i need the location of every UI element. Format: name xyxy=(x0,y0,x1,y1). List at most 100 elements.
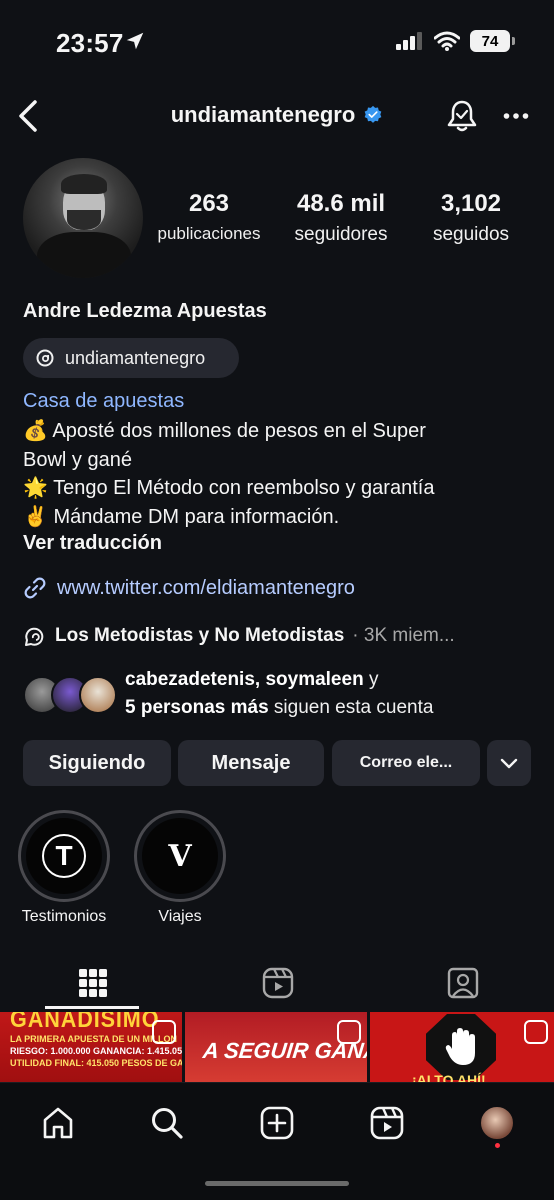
status-bar: 23:57 74 xyxy=(0,0,554,88)
profile-full-name: Andre Ledezma Apuestas xyxy=(23,300,267,322)
post-caption-line: RIESGO: 1.000.000 GANANCIA: 1.415.050 xyxy=(10,1046,182,1056)
bottom-navigation xyxy=(0,1082,554,1200)
threads-icon xyxy=(36,349,54,367)
suggested-accounts-button[interactable] xyxy=(487,740,531,786)
bio-line: Bowl y gané xyxy=(23,448,132,471)
status-time: 23:57 xyxy=(56,28,124,58)
external-link-text: www.twitter.com/eldiamantenegro xyxy=(57,576,355,599)
search-icon xyxy=(152,1108,183,1139)
mutual-followers[interactable]: cabezadetenis, soymaleen y 5 personas má… xyxy=(23,666,533,722)
nav-reels[interactable] xyxy=(365,1101,409,1145)
profile-header: undiamantenegro xyxy=(0,90,554,142)
highlight-cover: T xyxy=(26,818,102,894)
more-horizontal-icon xyxy=(503,113,529,119)
nav-create[interactable] xyxy=(255,1101,299,1145)
chevron-down-icon xyxy=(500,758,518,769)
verified-badge-icon xyxy=(364,105,382,123)
cellular-signal-icon xyxy=(396,32,422,50)
reels-icon xyxy=(370,1106,404,1140)
tab-posts-grid[interactable] xyxy=(0,955,185,1011)
active-tab-indicator xyxy=(45,1006,139,1009)
post-thumbnail[interactable]: A SEGUIR GANANDO xyxy=(185,1012,367,1082)
highlight-ring: T xyxy=(18,810,110,902)
notifications-button[interactable] xyxy=(442,96,482,136)
stat-following-label: seguidos xyxy=(432,224,510,245)
mutual-follower-avatar xyxy=(79,676,117,714)
tab-reels[interactable] xyxy=(185,955,370,1011)
highlight-letter: T xyxy=(42,834,86,878)
bio-line: 💰 Aposté dos millones de pesos en el Sup… xyxy=(23,420,426,442)
nav-search[interactable] xyxy=(145,1101,189,1145)
highlight-ring: V xyxy=(134,810,226,902)
tab-tagged[interactable] xyxy=(370,955,554,1011)
home-icon xyxy=(43,1107,73,1139)
highlight-letter: V xyxy=(142,818,218,894)
reel-badge-icon xyxy=(152,1020,176,1044)
nav-home[interactable] xyxy=(36,1101,80,1145)
profile-bio: 💰 Aposté dos millones de pesos en el Sup… xyxy=(23,417,533,531)
mutual-and: y xyxy=(363,669,379,690)
mutual-others-count: 5 personas más xyxy=(125,697,269,718)
reel-badge-icon xyxy=(524,1020,548,1044)
profile-avatar[interactable] xyxy=(23,158,143,278)
home-indicator xyxy=(205,1181,349,1186)
external-link[interactable]: www.twitter.com/eldiamantenegro xyxy=(23,576,355,600)
story-highlight[interactable]: T Testimonios xyxy=(18,810,110,926)
stop-sign-hand-icon xyxy=(426,1014,496,1080)
highlight-label: Viajes xyxy=(158,908,202,925)
profile-tabs xyxy=(0,955,554,1011)
post-caption-line: UTILIDAD FINAL: 415.050 PESOS DE GANANCI… xyxy=(10,1058,182,1068)
broadcast-channel[interactable]: Los Metodistas y No Metodistas · 3K miem… xyxy=(23,624,455,648)
bio-line: ✌️ Mándame DM para información. xyxy=(23,505,340,528)
link-icon xyxy=(24,577,46,599)
avatar-beard-shape xyxy=(67,210,101,230)
wifi-icon xyxy=(434,31,460,51)
story-highlight[interactable]: V Viajes xyxy=(134,810,226,926)
profile-category: Casa de apuestas xyxy=(23,390,185,412)
profile-avatar-small xyxy=(479,1105,515,1141)
following-button[interactable]: Siguiendo xyxy=(23,740,171,786)
tagged-person-icon xyxy=(447,967,478,999)
avatar-body-shape xyxy=(37,232,131,278)
posts-grid: GANADISIMO LA PRIMERA APUESTA DE UN MILL… xyxy=(0,1012,554,1082)
battery-indicator: 74 xyxy=(470,30,515,52)
status-indicators: 74 xyxy=(396,30,515,52)
stat-followers[interactable]: 48.6 mil seguidores xyxy=(282,190,400,246)
channel-members: · 3K miem... xyxy=(352,625,455,646)
channel-icon xyxy=(25,627,44,646)
threads-handle: undiamantenegro xyxy=(65,347,206,368)
nav-profile[interactable] xyxy=(475,1101,519,1145)
highlight-label: Testimonios xyxy=(21,908,107,925)
more-options-button[interactable] xyxy=(496,96,536,136)
reel-badge-icon xyxy=(337,1020,361,1044)
post-thumbnail[interactable]: ¡ALTO AHÍ! xyxy=(370,1012,554,1082)
stat-followers-value: 48.6 mil xyxy=(296,190,386,217)
message-button[interactable]: Mensaje xyxy=(178,740,324,786)
plus-square-icon xyxy=(260,1106,294,1140)
mutual-followers-text: cabezadetenis, soymaleen y 5 personas má… xyxy=(125,666,433,722)
threads-link-pill[interactable]: undiamantenegro xyxy=(23,338,239,378)
post-thumbnail[interactable]: GANADISIMO LA PRIMERA APUESTA DE UN MILL… xyxy=(0,1012,182,1082)
channel-name: Los Metodistas y No Metodistas xyxy=(55,625,345,646)
stat-posts-value: 263 xyxy=(188,190,230,217)
stat-following-value: 3,102 xyxy=(440,190,502,217)
username: undiamantenegro xyxy=(170,102,356,127)
grid-icon xyxy=(78,969,107,997)
email-button[interactable]: Correo ele... xyxy=(332,740,480,786)
reels-icon xyxy=(262,967,293,999)
notification-dot xyxy=(495,1143,500,1148)
mutual-suffix: siguen esta cuenta xyxy=(268,697,434,718)
post-title: ¡ALTO AHÍ! xyxy=(412,1072,486,1082)
stat-following[interactable]: 3,102 seguidos xyxy=(420,190,522,246)
avatar-hair-shape xyxy=(61,174,107,194)
bio-line: 🌟 Tengo El Método con reembolso y garant… xyxy=(23,477,435,499)
location-arrow-icon xyxy=(126,32,144,50)
mutual-follower-names: cabezadetenis, soymaleen xyxy=(125,669,364,690)
stat-posts-label: publicaciones xyxy=(157,224,261,243)
stat-posts[interactable]: 263 publicaciones xyxy=(148,190,270,244)
post-title: GANADISIMO xyxy=(10,1012,160,1033)
see-translation-link[interactable]: Ver traducción xyxy=(23,532,162,555)
stat-followers-label: seguidores xyxy=(294,224,388,245)
bell-icon xyxy=(447,100,477,132)
hand-icon xyxy=(445,1028,475,1065)
